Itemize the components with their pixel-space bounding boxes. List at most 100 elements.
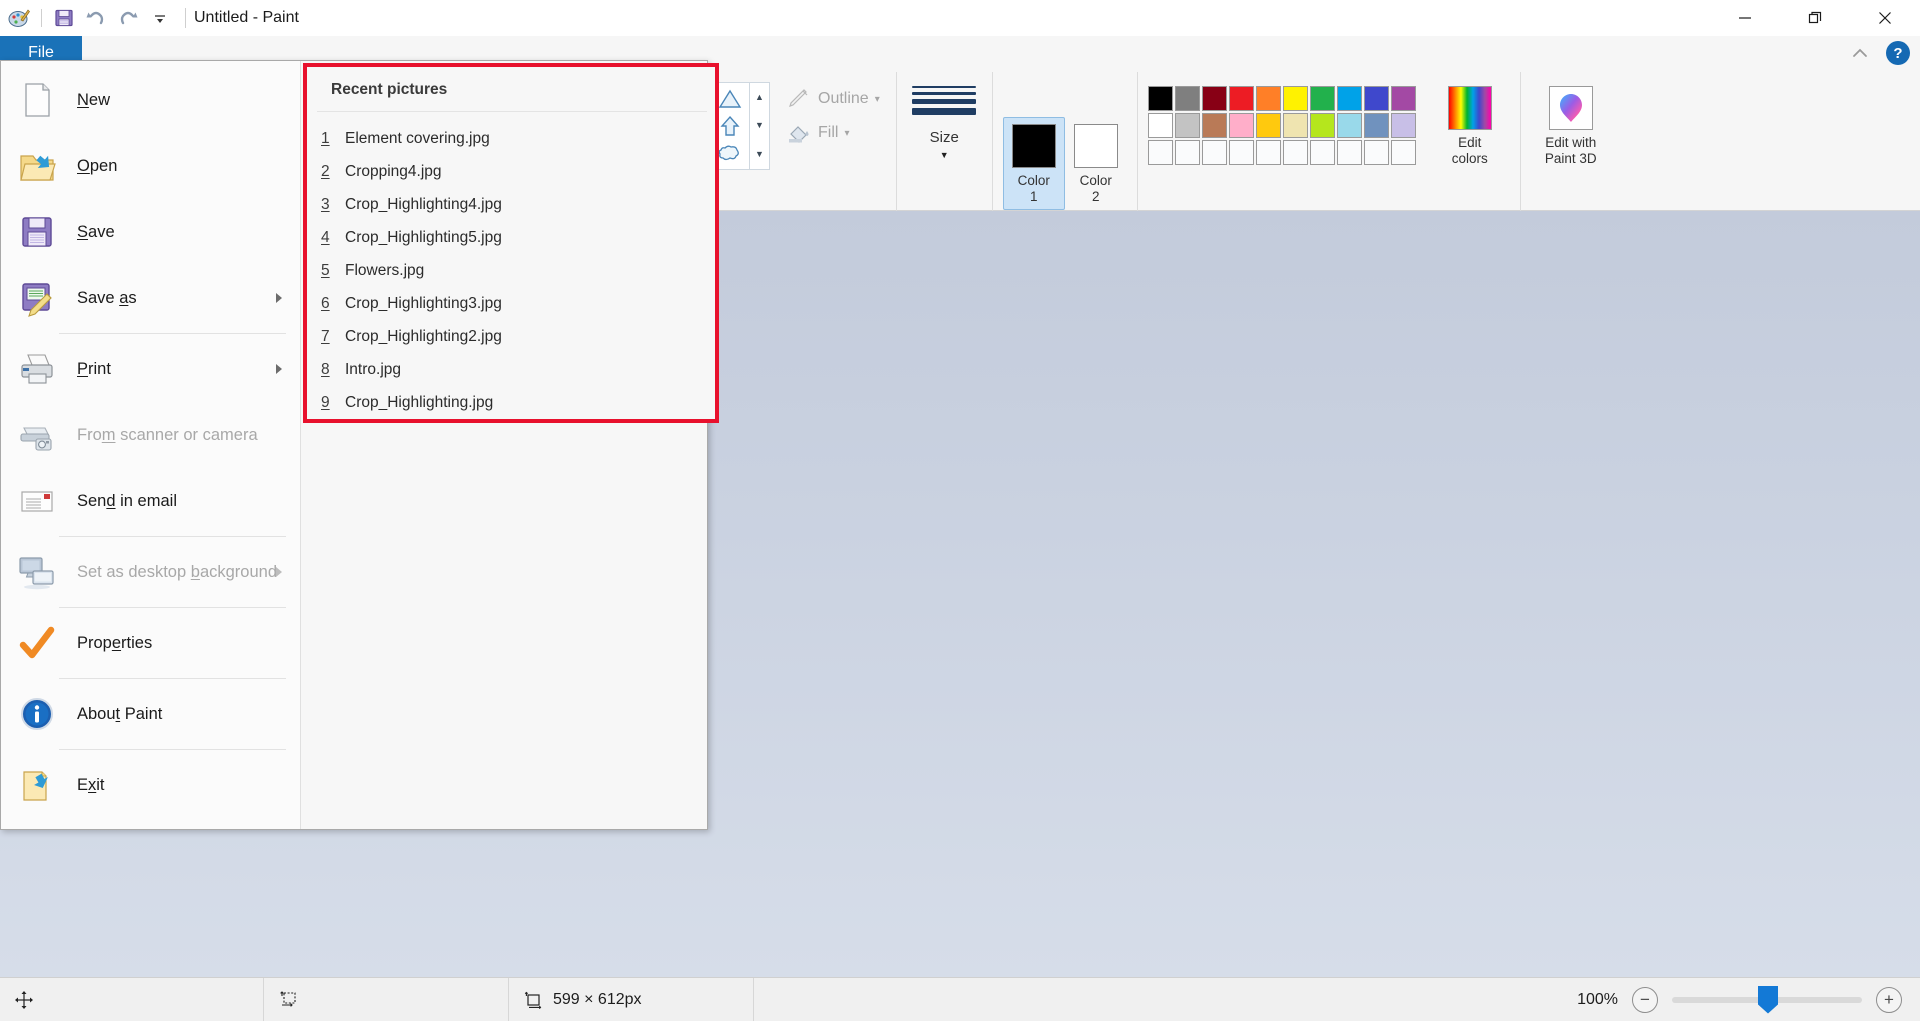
palette-swatch-1-2[interactable] [1201,113,1227,138]
recent-picture-item[interactable]: 9 Crop_Highlighting.jpg [307,386,715,419]
file-menu-item-about-paint[interactable]: About Paint [1,681,300,747]
zoom-level-value: 100% [1577,990,1618,1008]
undo-icon[interactable] [81,3,111,33]
recent-picture-number: 6 [321,294,330,312]
recent-pictures-panel: Recent pictures 1 Element covering.jpg 2 Cr… [303,63,719,423]
recent-picture-number: 5 [321,261,330,279]
open-gallery-icon[interactable]: ▼ [750,150,769,159]
palette-swatch-2-8[interactable] [1363,140,1389,165]
file-menu-label-send-in-email: Send in email [77,491,177,510]
paint-window: Untitled - Paint File ? ▲ ▼ ▼ Outline ▾ … [0,0,1920,1021]
zoom-out-button[interactable]: − [1632,986,1658,1013]
title-bar: Untitled - Paint [0,0,1920,36]
minimize-button[interactable] [1710,0,1780,36]
status-bar: 599 × 612px 100% − + [0,977,1920,1021]
recent-picture-item[interactable]: 7 Crop_Highlighting2.jpg [307,320,715,353]
palette-swatch-1-5[interactable] [1282,113,1308,138]
palette-swatch-0-3[interactable] [1228,86,1254,111]
shapes-scrollbar[interactable]: ▲ ▼ ▼ [749,83,769,169]
close-button[interactable] [1850,0,1920,36]
file-menu-item-new[interactable]: New [1,67,300,133]
palette-swatch-1-1[interactable] [1174,113,1200,138]
file-menu-item-send-in-email[interactable]: Send in email [1,468,300,534]
zoom-slider-thumb[interactable] [1758,985,1778,1014]
file-menu-item-properties[interactable]: Properties [1,610,300,676]
palette-swatch-0-6[interactable] [1309,86,1335,111]
recent-picture-name: Crop_Highlighting2.jpg [345,327,502,345]
file-menu-item-from-scanner: From scanner or camera [1,402,300,468]
size-preview[interactable] [912,86,977,115]
scroll-down-icon[interactable]: ▼ [750,121,769,130]
palette-swatch-2-0[interactable] [1147,140,1173,165]
color2-button[interactable]: Color 2 [1065,118,1127,208]
palette-swatch-1-9[interactable] [1390,113,1416,138]
restore-button[interactable] [1780,0,1850,36]
color2-swatch[interactable] [1073,124,1118,169]
file-menu-item-open[interactable]: Open [1,133,300,199]
file-menu-item-exit[interactable]: Exit [1,752,300,818]
zoom-slider[interactable] [1672,985,1862,1014]
scroll-up-icon[interactable]: ▲ [750,92,769,102]
outline-caret-icon[interactable]: ▾ [875,94,880,105]
recent-picture-item[interactable]: 2 Cropping4.jpg [307,155,715,188]
recent-picture-item[interactable]: 6 Crop_Highlighting3.jpg [307,287,715,320]
palette-swatch-2-5[interactable] [1282,140,1308,165]
color1-swatch[interactable] [1011,124,1056,169]
recent-picture-name: Crop_Highlighting3.jpg [345,294,502,312]
size-caret-icon[interactable]: ▼ [940,150,949,160]
palette-swatch-2-4[interactable] [1255,140,1281,165]
palette-swatch-1-3[interactable] [1228,113,1254,138]
recent-picture-item[interactable]: 4 Crop_Highlighting5.jpg [307,221,715,254]
edit-colors-button[interactable]: Edit colors [1430,82,1510,167]
redo-icon[interactable] [113,3,143,33]
selection-size-icon [280,990,296,1007]
palette-swatch-2-1[interactable] [1174,140,1200,165]
paint-palette-icon[interactable] [4,3,34,33]
file-menu-item-save-as[interactable]: Save as [1,265,300,331]
palette-swatch-2-9[interactable] [1390,140,1416,165]
palette-swatch-2-2[interactable] [1201,140,1227,165]
edit-colors-line2: colors [1451,151,1488,167]
file-menu-item-save[interactable]: Save [1,199,300,265]
palette-swatch-0-0[interactable] [1147,86,1173,111]
color-palette[interactable] [1147,86,1416,165]
palette-swatch-1-7[interactable] [1336,113,1362,138]
palette-swatch-1-6[interactable] [1309,113,1335,138]
palette-swatch-1-0[interactable] [1147,113,1173,138]
help-icon[interactable]: ? [1886,41,1910,65]
palette-swatch-0-4[interactable] [1255,86,1281,111]
palette-swatch-0-9[interactable] [1390,86,1416,111]
color1-button[interactable]: Color 1 [1002,117,1065,210]
fill-caret-icon[interactable]: ▾ [844,128,849,139]
recent-picture-item[interactable]: 5 Flowers.jpg [307,254,715,287]
zoom-in-button[interactable]: + [1876,986,1902,1013]
palette-swatch-0-2[interactable] [1201,86,1227,111]
palette-swatch-2-6[interactable] [1309,140,1335,165]
file-menu-item-set-desktop-bg: Set as desktop background [1,539,300,605]
file-menu-label-save: Save [77,222,115,241]
file-menu: New Open Save Save as Print From scanner or c… [0,60,719,830]
palette-row [1147,113,1416,138]
customize-qat-icon[interactable] [145,3,175,33]
save-icon[interactable] [49,3,79,33]
color2-label-line2: 2 [1091,189,1100,204]
recent-picture-item[interactable]: 3 Crop_Highlighting4.jpg [307,188,715,221]
palette-swatch-2-7[interactable] [1336,140,1362,165]
palette-swatch-1-8[interactable] [1363,113,1389,138]
collapse-ribbon-icon[interactable] [1850,46,1870,60]
outline-label: Outline [818,90,869,107]
palette-swatch-0-5[interactable] [1282,86,1308,111]
palette-swatch-0-1[interactable] [1174,86,1200,111]
shapes-gallery[interactable]: ▲ ▼ ▼ [710,82,770,170]
recent-picture-item[interactable]: 1 Element covering.jpg [307,122,715,155]
edit-with-paint3d-button[interactable]: Edit with Paint 3D [1531,82,1611,167]
palette-swatch-0-8[interactable] [1363,86,1389,111]
palette-row [1147,140,1416,165]
recent-picture-item[interactable]: 8 Intro.jpg [307,353,715,386]
file-menu-item-print[interactable]: Print [1,336,300,402]
palette-swatch-1-4[interactable] [1255,113,1281,138]
fill-button[interactable]: Fill ▾ [780,116,886,150]
palette-swatch-2-3[interactable] [1228,140,1254,165]
outline-button[interactable]: Outline ▾ [780,82,886,116]
palette-swatch-0-7[interactable] [1336,86,1362,111]
